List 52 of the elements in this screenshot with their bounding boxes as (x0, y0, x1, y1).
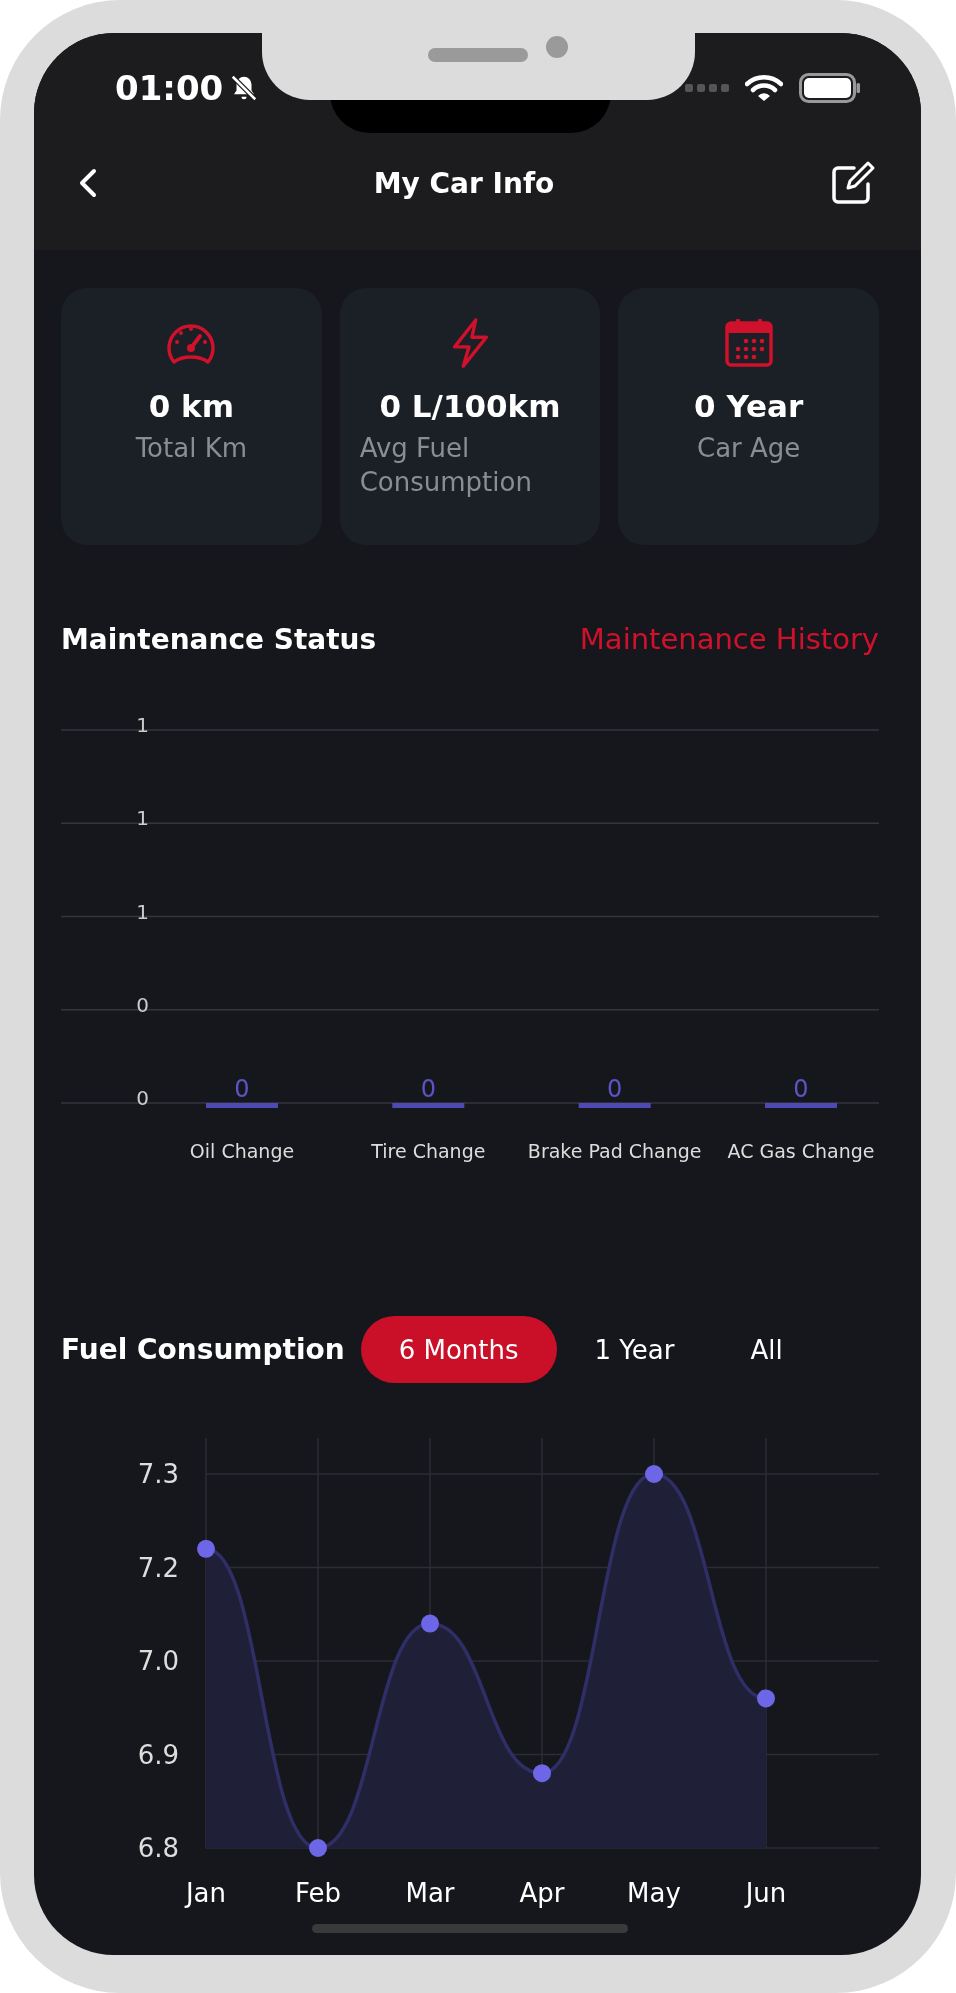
wifi-icon (745, 74, 783, 102)
stat-value: 0 km (148, 388, 234, 424)
stat-value: 0 L/100km (379, 388, 561, 424)
axis-label: 7.0 (137, 1646, 179, 1676)
section-title: Fuel Consumption (61, 1333, 345, 1366)
period-tab[interactable]: All (712, 1316, 821, 1383)
axis-label: Brake Pad Change (527, 1140, 702, 1162)
axis-label: Oil Change (189, 1140, 295, 1162)
stat-value: 0 Year (694, 388, 804, 424)
section-title: Maintenance Status (61, 622, 377, 656)
battery-icon (799, 73, 861, 103)
axis-label: 7.3 (137, 1459, 179, 1489)
data-label: 0 (793, 1075, 809, 1103)
period-tab[interactable]: 1 Year (556, 1316, 713, 1383)
axis-label: Tire Change (371, 1140, 486, 1162)
edit-icon[interactable] (830, 160, 876, 206)
data-point (645, 1465, 663, 1483)
period-tab[interactable]: 6 Months (360, 1316, 557, 1383)
data-point (533, 1764, 551, 1783)
data-point (421, 1614, 439, 1633)
data-point (757, 1689, 775, 1708)
axis-label: Feb (295, 1878, 341, 1908)
axis-label: May (627, 1878, 681, 1908)
data-label: 0 (420, 1075, 436, 1103)
stat-label: Car Age (697, 432, 801, 465)
axis-label: Jan (185, 1878, 227, 1908)
bar (765, 1103, 837, 1108)
axis-label: 6.9 (137, 1739, 179, 1770)
data-label: 0 (607, 1075, 623, 1103)
axis-label: AC Gas Change (727, 1140, 875, 1162)
axis-label: 0 (136, 992, 149, 1017)
data-label: 0 (234, 1075, 250, 1103)
axis-label: 6.8 (137, 1833, 179, 1863)
data-point (197, 1539, 215, 1558)
calendar-icon (723, 318, 774, 368)
back-icon[interactable] (78, 168, 98, 198)
screen-title: My Car Info (373, 166, 555, 200)
axis-label: 1 (136, 713, 149, 737)
lightning-icon (450, 318, 490, 368)
status-time: 01:00 (115, 68, 224, 108)
axis-label: 1 (136, 899, 149, 924)
signal-icon (685, 83, 729, 93)
axis-label: Jun (745, 1878, 787, 1908)
stat-label: Total Km (135, 432, 247, 465)
data-point (309, 1839, 327, 1857)
axis-label: 7.2 (137, 1552, 179, 1583)
axis-label: 1 (136, 806, 149, 831)
bar (206, 1103, 278, 1108)
axis-label: 0 (136, 1086, 149, 1110)
stat-label: Avg Fuel Consumption (359, 432, 533, 499)
axis-label: Apr (519, 1878, 565, 1908)
axis-label: Mar (405, 1878, 455, 1908)
